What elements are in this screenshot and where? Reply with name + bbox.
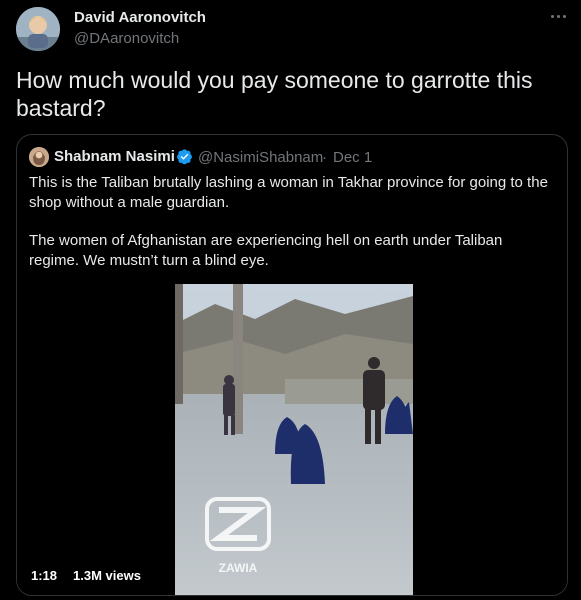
author-handle[interactable]: @DAaronovitch <box>74 30 179 47</box>
verified-badge-icon <box>177 149 192 165</box>
quoted-text-line: The women of Afghanistan are experiencin… <box>29 232 503 249</box>
quoted-text-line: shop without a male guardian. <box>29 194 230 211</box>
quoted-text-line: regime. We mustn’t turn a blind eye. <box>29 252 269 269</box>
quoted-author-handle[interactable]: @NasimiShabnam <box>198 149 323 166</box>
author-name[interactable]: David Aaronovitch <box>74 9 206 26</box>
tweet-text-line: How much would you pay someone to garrot… <box>16 67 533 93</box>
separator: · <box>322 149 327 166</box>
video-frame: ZAWIA <box>175 284 413 595</box>
quoted-author-avatar[interactable] <box>29 147 49 167</box>
tweet-text: How much would you pay someone to garrot… <box>16 66 556 122</box>
video-duration: 1:18 <box>31 568 58 583</box>
tweet: David Aaronovitch @DAaronovitch How much… <box>0 0 581 600</box>
quoted-text: This is the Taliban brutally lashing a w… <box>29 173 557 213</box>
quoted-text-line: This is the Taliban brutally lashing a w… <box>29 174 548 191</box>
more-icon[interactable] <box>548 8 570 24</box>
video-watermark: ZAWIA <box>219 561 258 575</box>
author-avatar[interactable] <box>16 7 60 51</box>
video-player[interactable]: ZAWIA 1:18 1.3M views <box>17 284 567 595</box>
quoted-tweet[interactable]: Shabnam Nasimi @NasimiShabnam · Dec 1 Th… <box>16 134 568 596</box>
video-views: 1.3M views <box>73 568 141 583</box>
quoted-date[interactable]: Dec 1 <box>333 149 372 166</box>
quoted-text-paragraph: The women of Afghanistan are experiencin… <box>29 231 557 271</box>
quoted-author-name[interactable]: Shabnam Nasimi <box>54 148 175 165</box>
tweet-text-line: bastard? <box>16 95 106 121</box>
